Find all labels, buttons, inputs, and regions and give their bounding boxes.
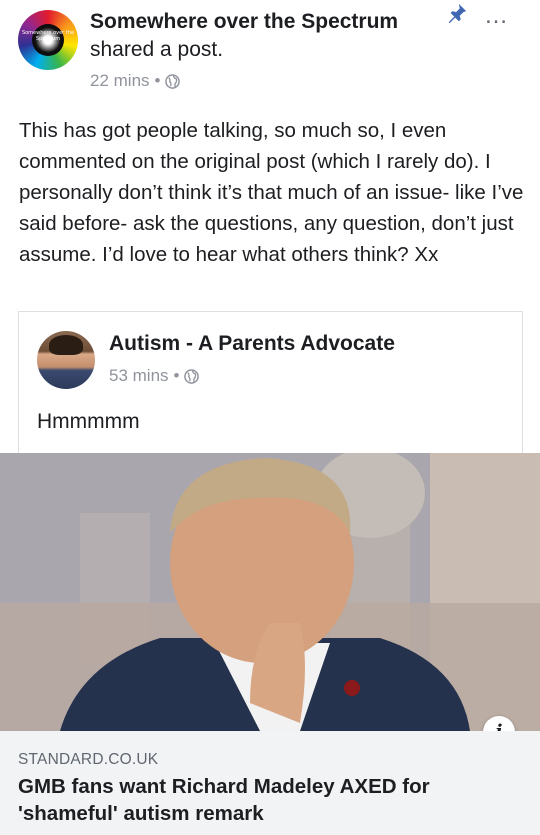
page-name-link[interactable]: Somewhere over the Spectrum bbox=[90, 10, 398, 34]
page-avatar[interactable]: Somewhere over the Spectrum bbox=[18, 10, 78, 70]
pin-icon bbox=[448, 3, 467, 24]
post-header: Somewhere over the Spectrum Somewhere ov… bbox=[0, 0, 540, 105]
post-timestamp[interactable]: 22 mins bbox=[90, 71, 150, 91]
shared-page-avatar[interactable] bbox=[37, 331, 95, 389]
more-options-icon[interactable]: … bbox=[484, 4, 509, 28]
avatar-logo-text: Somewhere over the Spectrum bbox=[21, 30, 75, 42]
shared-page-name-link[interactable]: Autism - A Parents Advocate bbox=[109, 332, 395, 356]
photo-illustration bbox=[0, 453, 540, 731]
post-body: This has got people talking, so much so,… bbox=[19, 119, 524, 266]
shared-post-timestamp[interactable]: 53 mins bbox=[109, 366, 169, 386]
globe-icon bbox=[165, 73, 181, 89]
shared-post-text: Hmmmmm bbox=[37, 410, 140, 433]
meta-separator: • bbox=[154, 71, 161, 90]
meta-separator: • bbox=[173, 366, 180, 385]
globe-icon bbox=[184, 368, 200, 384]
shared-post-meta: 53 mins • bbox=[109, 366, 200, 386]
post-meta: 22 mins • bbox=[90, 71, 181, 91]
shared-action-text: shared a post. bbox=[90, 38, 224, 61]
link-preview-caption[interactable]: STANDARD.CO.UK GMB fans want Richard Mad… bbox=[0, 731, 540, 835]
link-domain: STANDARD.CO.UK bbox=[18, 751, 159, 768]
link-preview-image[interactable] bbox=[0, 453, 540, 731]
shared-post-card[interactable]: Autism - A Parents Advocate 53 mins • Hm… bbox=[18, 311, 523, 454]
link-title[interactable]: GMB fans want Richard Madeley AXED for '… bbox=[18, 773, 518, 827]
